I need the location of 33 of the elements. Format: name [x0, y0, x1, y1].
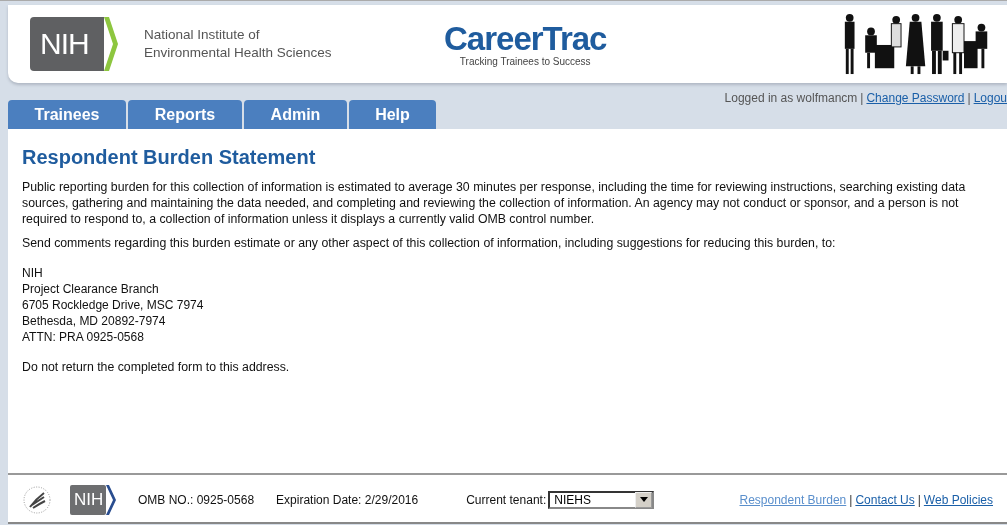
app-tagline: Tracking Trainees to Success	[458, 55, 592, 67]
tenant-label: Current tenant:	[466, 492, 547, 507]
footer-link[interactable]: Web Policies	[923, 492, 993, 507]
expiration-date: Expiration Date: 2/29/2016	[276, 492, 419, 507]
nav-tab[interactable]: Admin	[244, 100, 347, 129]
footer-link[interactable]: Respondent Burden	[739, 492, 847, 507]
logged-in-text: Logged in as wolfmancm	[724, 91, 858, 105]
nih-footer-logo: NIH	[70, 484, 116, 515]
nav-tab[interactable]: Help	[349, 100, 436, 129]
nih-logo: NIH	[30, 17, 118, 71]
separator: |	[849, 492, 853, 507]
address-line: 6705 Rockledge Drive, MSC 7974	[22, 297, 205, 313]
separator: |	[917, 492, 921, 507]
separator: |	[860, 91, 864, 105]
nav-tab[interactable]: Reports	[128, 100, 242, 129]
page-title: Respondent Burden Statement	[22, 145, 317, 169]
paragraph: Public reporting burden for this collection of information is estimated to average 30 minutes per response, including the time for reviewing instructions, searching existing data sources, gathering and maintaining the data needed, and completing and reviewing the collection of information. An agency may not conduct or sponsor, and a person is not required to respond to, a collection of information unless it displays a currently valid OMB control number.	[22, 179, 967, 227]
user-link[interactable]: Change Password	[866, 91, 965, 105]
footer-link[interactable]: Contact Us	[855, 492, 915, 507]
omb-number: OMB NO.: 0925-0568	[138, 492, 255, 507]
separator: |	[967, 91, 971, 105]
address-line: Bethesda, MD 20892-7974	[22, 313, 167, 329]
closing-note: Do not return the completed form to this address.	[22, 359, 291, 375]
address-line: NIH	[22, 265, 44, 281]
user-link[interactable]: Logou	[973, 91, 1007, 105]
address-line: Project Clearance Branch	[22, 281, 160, 297]
eagle-seal-icon	[22, 484, 52, 515]
paragraph: Send comments regarding this burden estimate or any other aspect of this collection of information, including suggestions for reducing this burden, to:	[22, 235, 837, 251]
address-line: ATTN: PRA 0925-0568	[22, 329, 145, 345]
app-name: CareerTrac	[444, 21, 607, 56]
organization-name: National Institute of Environmental Health Sciences	[144, 26, 332, 62]
tenant-dropdown[interactable]: NIEHS	[548, 490, 655, 509]
nav-tab[interactable]: Trainees	[8, 100, 126, 129]
